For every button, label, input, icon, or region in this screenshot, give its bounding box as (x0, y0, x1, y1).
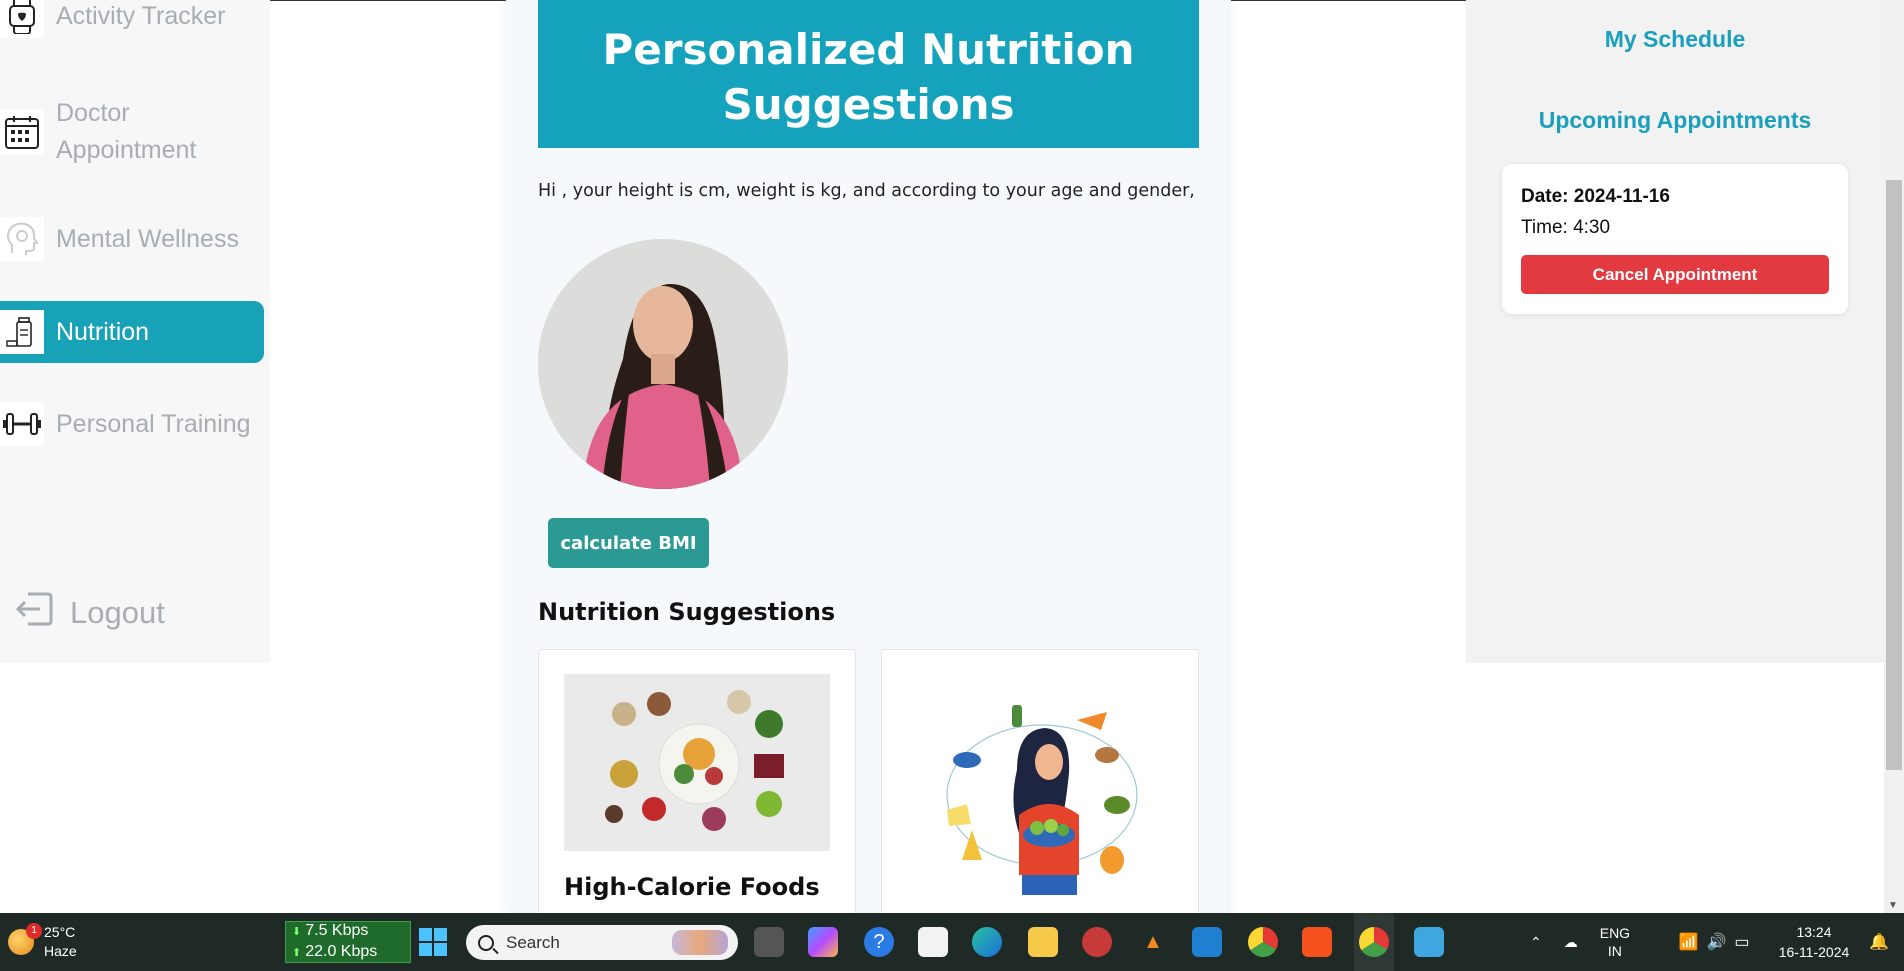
notification-badge: 1 (26, 923, 42, 939)
weather-desc: Haze (44, 943, 77, 959)
windows-taskbar: 1 25°C Haze ⬇ 7.5 Kbps ⬆ 22.0 Kbps Search … (0, 913, 1904, 971)
page-title-text: Personalized Nutrition Suggestions (602, 25, 1135, 129)
logout-icon (14, 588, 56, 638)
sidebar-item-nutrition[interactable]: Nutrition (0, 301, 264, 363)
onedrive-cloud-icon[interactable]: ☁ (1564, 934, 1578, 951)
appointment-time: Time: 4:30 (1521, 217, 1611, 238)
nutrition-card-illustration[interactable] (881, 649, 1199, 913)
chrome-icon (1248, 927, 1278, 957)
appointment-date: Date: 2024-11-16 (1521, 186, 1670, 207)
vscode-button[interactable] (1190, 913, 1224, 971)
woman-with-salad-illustration (937, 700, 1147, 900)
battery-icon: ▭ (1734, 934, 1750, 951)
brave-lion-icon (1302, 927, 1332, 957)
logout-label: Logout (70, 595, 165, 630)
clock-time: 13:24 (1796, 924, 1832, 940)
smartwatch-icon (0, 0, 44, 38)
my-schedule-heading: My Schedule (1604, 26, 1746, 52)
sidebar-item-label: Mental Wellness (56, 224, 239, 253)
profile-photo (538, 239, 788, 489)
copilot-button[interactable] (806, 913, 840, 971)
volume-icon: 🔊 (1706, 934, 1727, 951)
weather-temp: 25°C (44, 924, 76, 940)
store-icon (918, 927, 948, 957)
net-up-speed: 22.0 Kbps (305, 943, 378, 960)
brave-button[interactable] (1300, 913, 1334, 971)
sidebar-item-label: Nutrition (56, 317, 150, 346)
sidebar-item-label: Doctor Appointment (56, 99, 197, 164)
taskbar-search[interactable]: Search (466, 925, 738, 960)
sidebar-item-label: Activity Tracker (56, 1, 226, 30)
help-icon: ? (864, 927, 894, 957)
windows-logo-icon (419, 928, 447, 956)
food-platter-image (564, 674, 830, 851)
calculate-bmi-button[interactable]: calculate BMI (548, 518, 709, 568)
nutrition-suggestions-heading: Nutrition Suggestions (538, 598, 836, 626)
dumbbell-icon (0, 402, 44, 446)
copilot-icon (808, 927, 838, 957)
nutrition-card-high-calorie[interactable]: High-Calorie Foods (538, 649, 856, 913)
sidebar: Activity Tracker Doctor Appointment Ment… (0, 0, 270, 663)
wifi-icon: 📶 (1678, 934, 1699, 951)
weather-sun-icon: 1 (8, 923, 42, 955)
system-tray: ⌃ ☁ ENG IN (1530, 913, 1690, 971)
notepad-icon (1414, 927, 1444, 957)
get-help-button[interactable]: ? (862, 913, 896, 971)
language-indicator[interactable]: ENG IN (1600, 924, 1630, 960)
sidebar-item-doctor-appointment[interactable]: Doctor Appointment (0, 96, 264, 168)
appointment-card: Date: 2024-11-16 Time: 4:30 Cancel Appoi… (1502, 164, 1848, 314)
sidebar-item-activity-tracker[interactable]: Activity Tracker (0, 0, 264, 38)
folder-icon (1028, 927, 1058, 957)
upload-arrow-icon: ⬆ (292, 947, 302, 959)
calendar-icon (0, 110, 44, 154)
search-placeholder: Search (506, 932, 560, 952)
clock[interactable]: 13:24 16-11-2024 (1764, 913, 1864, 971)
browser-viewport: Activity Tracker Doctor Appointment Ment… (0, 0, 1904, 913)
start-button[interactable] (416, 913, 450, 971)
chrome-icon (1359, 927, 1389, 957)
show-hidden-icons-chevron-icon[interactable]: ⌃ (1530, 934, 1542, 951)
upcoming-appointments-heading: Upcoming Appointments (1538, 107, 1812, 133)
edge-button[interactable] (970, 913, 1004, 971)
sidebar-item-label: Personal Training (56, 409, 251, 438)
task-view-icon (754, 927, 784, 957)
ms-store-button[interactable] (916, 913, 950, 971)
intro-text: Hi , your height is cm, weight is kg, an… (538, 181, 1195, 201)
notepad-button[interactable] (1412, 913, 1446, 971)
search-highlight-art (672, 930, 728, 955)
chrome-button[interactable] (1246, 913, 1280, 971)
chrome-profile-button[interactable] (1354, 913, 1394, 971)
task-view-button[interactable] (752, 913, 786, 971)
file-explorer-button[interactable] (1026, 913, 1060, 971)
vlc-cone-icon: ▲ (1143, 930, 1163, 953)
record-icon (1082, 927, 1112, 957)
recorder-button[interactable] (1080, 913, 1114, 971)
cancel-appointment-button[interactable]: Cancel Appointment (1521, 255, 1829, 294)
sidebar-item-personal-training[interactable]: Personal Training (0, 401, 264, 447)
sidebar-item-mental-wellness[interactable]: Mental Wellness (0, 216, 264, 262)
net-down-speed: 7.5 Kbps (305, 922, 369, 939)
notifications-bell-icon[interactable]: 🔔 (1864, 913, 1894, 971)
edge-icon (972, 927, 1002, 957)
supplement-bottle-icon (0, 310, 44, 354)
download-arrow-icon: ⬇ (292, 926, 302, 938)
weather-widget[interactable]: 1 25°C Haze (8, 913, 118, 971)
card-title: High-Calorie Foods (564, 873, 820, 901)
lang-code: ENG (1599, 925, 1631, 941)
scrollbar-thumb[interactable] (1886, 180, 1902, 770)
scroll-down-arrow-icon[interactable]: ▼ (1888, 900, 1898, 911)
vlc-button[interactable]: ▲ (1136, 913, 1170, 971)
quick-settings[interactable]: 📶 🔊 ▭ (1674, 913, 1754, 971)
search-icon (478, 934, 494, 951)
clock-date: 16-11-2024 (1778, 944, 1850, 960)
schedule-panel (1466, 0, 1884, 663)
network-speed-meter: ⬇ 7.5 Kbps ⬆ 22.0 Kbps (285, 921, 411, 963)
head-icon (0, 217, 44, 261)
vscode-icon (1192, 927, 1222, 957)
logout-button[interactable]: Logout (14, 588, 165, 638)
region-code: IN (1607, 943, 1622, 959)
vertical-scrollbar[interactable]: ▼ (1884, 0, 1904, 913)
page-title: Personalized Nutrition Suggestions (538, 0, 1199, 148)
